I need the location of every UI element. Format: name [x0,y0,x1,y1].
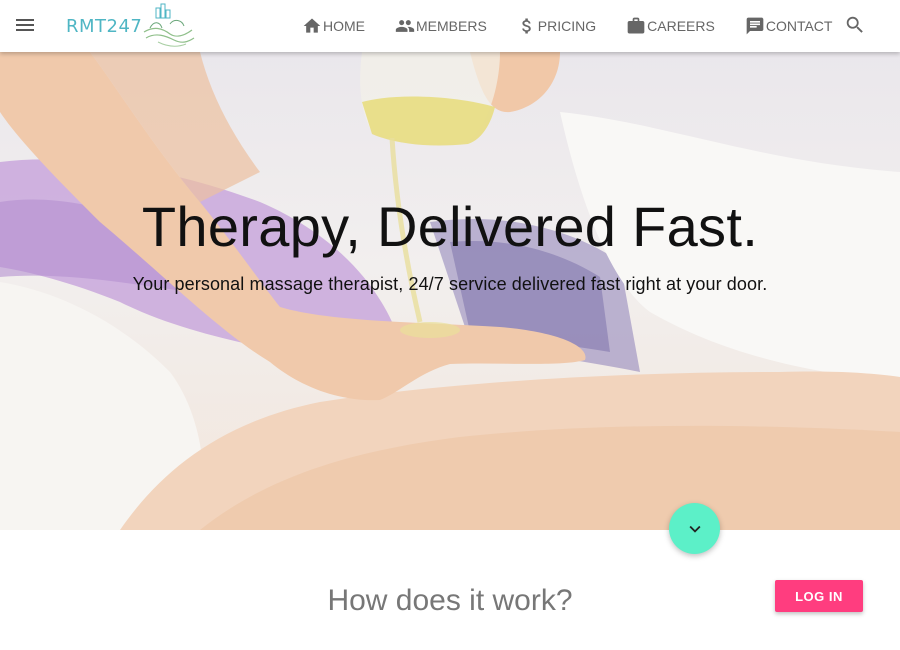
logo-text: RMT247 [66,16,143,37]
dollar-icon [522,18,531,34]
hero-title: Therapy, Delivered Fast. [141,195,759,258]
login-button[interactable]: LOG IN [775,580,863,612]
nav-contact[interactable]: CONTACT [745,16,833,36]
brand-logo[interactable]: RMT247 [66,2,196,50]
nav-home-label: HOME [323,18,365,34]
home-icon [303,18,321,33]
nav-home[interactable]: HOME [302,16,365,36]
hero-banner: Therapy, Delivered Fast. Your personal m… [0,52,900,530]
chevron-down-icon [689,525,700,533]
search-icon[interactable] [844,14,866,36]
nav-pricing-label: PRICING [537,18,597,34]
nav-careers-label: CAREERS [647,18,715,34]
scroll-down-button[interactable] [669,503,720,554]
nav-members-label: MEMBERS [416,18,487,34]
hamburger-menu-icon[interactable] [14,16,36,36]
people-icon [395,20,415,32]
chat-icon [746,17,764,35]
nav-pricing[interactable]: PRICING [517,16,596,36]
main-nav: HOME MEMBERS PRICING CAREERS CONTACT [302,0,832,52]
nav-members[interactable]: MEMBERS [395,16,487,36]
hero-subtitle: Your personal massage therapist, 24/7 se… [132,274,768,294]
section-title: How does it work? [327,584,573,617]
nav-careers[interactable]: CAREERS [626,16,715,36]
nav-contact-label: CONTACT [765,18,833,34]
logo-spa-icon [143,3,195,47]
briefcase-icon [627,17,645,34]
top-navbar: RMT247 HOME MEMBERS PRICING CAREERS CONT… [0,0,900,52]
